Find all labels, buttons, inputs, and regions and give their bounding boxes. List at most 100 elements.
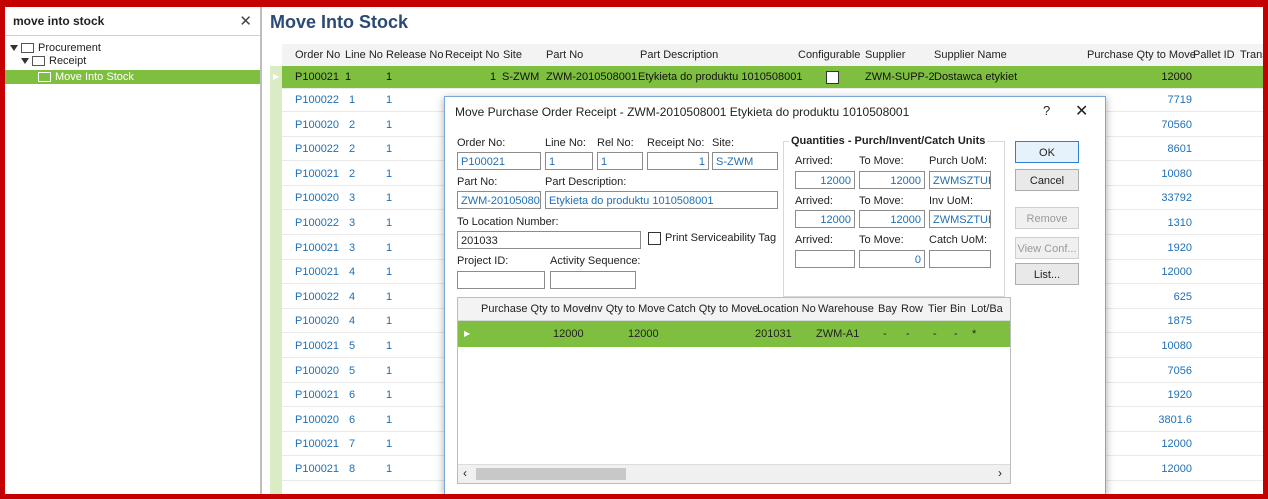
navigator-search[interactable]: move into stock ✕ (5, 7, 260, 36)
cell-purchase-qty: 625 (1173, 290, 1192, 303)
project-id-field[interactable] (457, 271, 545, 289)
remove-button[interactable]: Remove (1015, 207, 1079, 229)
cell-release-no: 1 (386, 340, 393, 352)
cell-purchase-qty: 12000 (1161, 438, 1192, 451)
label-print-tag: Print Serviceability Tag (665, 232, 777, 244)
cell-order-no[interactable]: P100020 (295, 315, 339, 327)
cell-purchase-qty: 12000 (553, 328, 584, 340)
print-tag-checkbox[interactable] (648, 232, 661, 245)
list-button[interactable]: List... (1015, 263, 1079, 285)
col-site[interactable]: Site (503, 49, 522, 61)
receipt-no-field[interactable]: 1 (647, 152, 709, 170)
col-bin[interactable]: Bin (950, 303, 966, 315)
cell-line-no: 5 (349, 340, 356, 352)
tree-item-move-into-stock[interactable]: Move Into Stock (5, 70, 260, 84)
view-conf-button[interactable]: View Conf... (1015, 237, 1079, 259)
purch-to-move-field[interactable]: 12000 (859, 171, 925, 189)
col-supplier-name[interactable]: Supplier Name (934, 49, 1007, 61)
cell-release-no: 1 (386, 143, 393, 156)
cell-order-no[interactable]: P100020 (295, 119, 339, 131)
cell-purchase-qty: 12000 (1161, 463, 1192, 475)
col-tier[interactable]: Tier (928, 303, 947, 315)
part-no-field[interactable]: ZWM-2010508001 (457, 191, 541, 209)
cell-purchase-qty: 1875 (1167, 315, 1192, 328)
col-lot-batch[interactable]: Lot/Ba (971, 303, 1003, 315)
col-configurable[interactable]: Configurable (798, 49, 860, 61)
horizontal-scrollbar[interactable]: ‹ › (458, 464, 1010, 483)
cell-order-no[interactable]: P100022 (295, 217, 339, 229)
inner-row-selector[interactable]: ▶ (458, 321, 478, 347)
col-line-no[interactable]: Line No (345, 49, 383, 61)
folder-icon (21, 43, 34, 54)
tree-item-procurement[interactable]: Procurement (5, 41, 260, 55)
scroll-right-icon[interactable]: › (998, 466, 1002, 480)
inv-uom-field[interactable]: ZWMSZTUKA (929, 210, 991, 228)
cell-order-no[interactable]: P100021 (295, 340, 339, 352)
part-description-field[interactable]: Etykieta do produktu 1010508001 (545, 191, 778, 209)
tree-item-receipt[interactable]: Receipt (5, 54, 260, 68)
scrollbar-thumb[interactable] (476, 468, 626, 480)
cell-order-no[interactable]: P100021 (295, 168, 339, 180)
scroll-left-icon[interactable]: ‹ (463, 466, 467, 480)
to-location-field[interactable]: 201033 (457, 231, 641, 249)
catch-to-move-field[interactable]: 0 (859, 250, 925, 268)
inv-to-move-field[interactable]: 12000 (859, 210, 925, 228)
ok-button[interactable]: OK (1015, 141, 1079, 163)
col-catch-qty-to-move[interactable]: Catch Qty to Move (667, 303, 758, 315)
inv-arrived-field[interactable]: 12000 (795, 210, 855, 228)
close-icon[interactable]: ✕ (1075, 101, 1088, 121)
col-bay[interactable]: Bay (878, 303, 897, 315)
label-to-move: To Move: (859, 155, 904, 167)
col-row[interactable]: Row (901, 303, 923, 315)
cell-order-no[interactable]: P100020 (295, 365, 339, 377)
cell-order-no[interactable]: P100022 (295, 94, 339, 106)
col-warehouse[interactable]: Warehouse (818, 303, 874, 315)
rel-no-field[interactable]: 1 (597, 152, 643, 170)
col-part-no[interactable]: Part No (546, 49, 583, 61)
col-transport[interactable]: Transpo (1240, 49, 1263, 61)
catch-arrived-field[interactable] (795, 250, 855, 268)
col-order-no[interactable]: Order No (295, 49, 340, 61)
col-location-no[interactable]: Location No (757, 303, 816, 315)
col-part-description[interactable]: Part Description (640, 49, 718, 61)
table-row-selected[interactable]: ▶ P100021 1 1 1 S-ZWM ZWM-2010508001 Ety… (273, 66, 1263, 89)
cell-order-no[interactable]: P100021 (295, 242, 339, 254)
order-no-field[interactable]: P100021 (457, 152, 541, 170)
cell-line-no: 7 (349, 438, 356, 451)
tree-item-label: Move Into Stock (55, 71, 134, 83)
cell-order-no[interactable]: P100021 (295, 266, 339, 278)
col-purchase-qty[interactable]: Purchase Qty to Move (1087, 49, 1196, 61)
cell-order-no[interactable]: P100021 (295, 438, 339, 450)
inner-table-row[interactable]: 12000 12000 201031 ZWM-A1 - - - - * (478, 321, 1010, 347)
col-purchase-qty-to-move[interactable]: Purchase Qty to Move (481, 303, 590, 315)
purch-arrived-field[interactable]: 12000 (795, 171, 855, 189)
help-icon[interactable]: ? (1043, 103, 1050, 118)
close-icon[interactable]: ✕ (239, 12, 252, 30)
cell-line-no: 8 (349, 463, 356, 475)
navigator-search-input[interactable]: move into stock (13, 14, 104, 28)
col-pallet-id[interactable]: Pallet ID (1193, 49, 1235, 61)
cell-order-no[interactable]: P100020 (295, 192, 339, 204)
cancel-button[interactable]: Cancel (1015, 169, 1079, 191)
cell-order-no[interactable]: P100020 (295, 414, 339, 426)
configurable-checkbox[interactable] (826, 71, 839, 84)
cell-location-no: 201031 (755, 328, 792, 340)
move-receipt-dialog: Move Purchase Order Receipt - ZWM-201050… (444, 96, 1106, 494)
col-release-no[interactable]: Release No (386, 49, 443, 61)
catch-uom-field[interactable] (929, 250, 991, 268)
cell-order-no[interactable]: P100022 (295, 291, 339, 303)
expand-icon[interactable] (10, 45, 18, 52)
site-field[interactable]: S-ZWM (712, 152, 778, 170)
cell-order-no[interactable]: P100022 (295, 143, 339, 155)
col-inv-qty-to-move[interactable]: Inv Qty to Move (588, 303, 665, 315)
expand-icon[interactable] (21, 58, 29, 65)
purch-uom-field[interactable]: ZWMSZTUKA (929, 171, 991, 189)
cell-row: - (906, 328, 910, 340)
col-receipt-no[interactable]: Receipt No (445, 49, 499, 61)
cell-order-no[interactable]: P100021 (295, 463, 339, 475)
col-supplier[interactable]: Supplier (865, 49, 905, 61)
cell-release-no: 1 (386, 167, 393, 180)
activity-seq-field[interactable] (550, 271, 636, 289)
line-no-field[interactable]: 1 (545, 152, 593, 170)
cell-order-no[interactable]: P100021 (295, 389, 339, 401)
